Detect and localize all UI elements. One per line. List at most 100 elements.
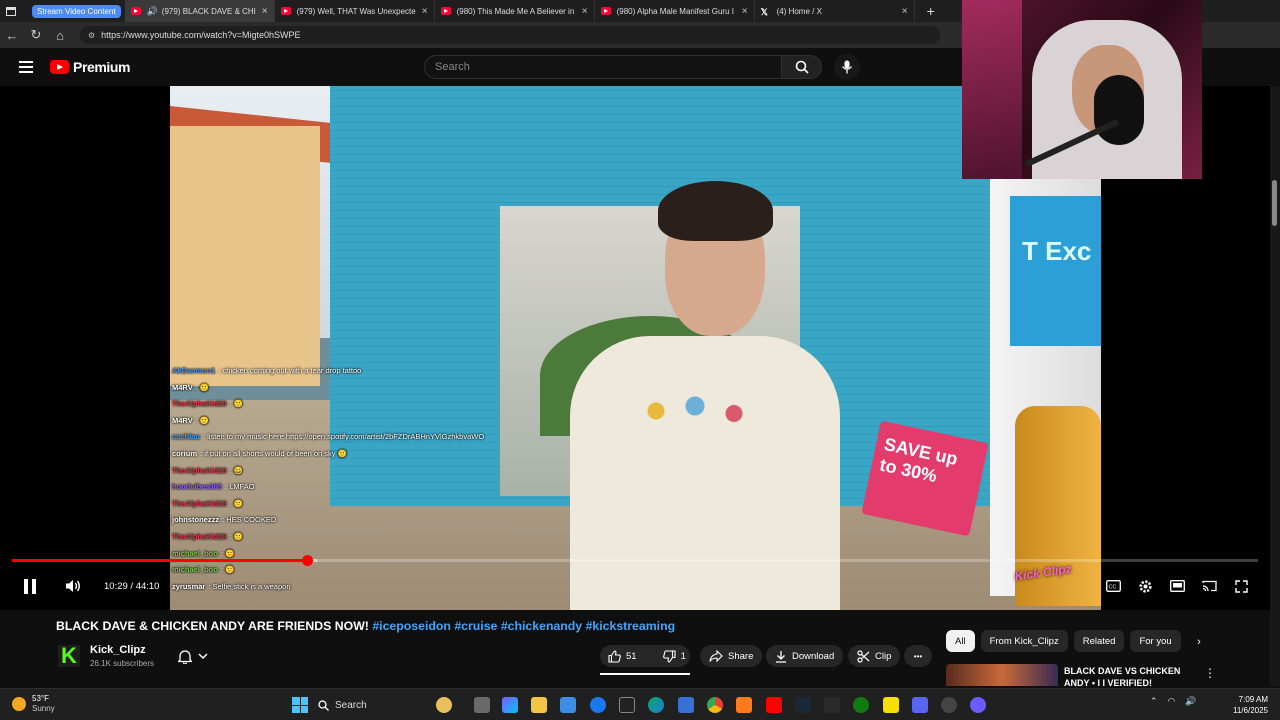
facebook-icon[interactable] (590, 697, 606, 713)
chat-text: if put on all shorts would of been on sk… (204, 448, 347, 458)
settings-button[interactable] (1134, 574, 1156, 598)
chat-message: cschlau: listen to my music here https:/… (172, 432, 485, 442)
discord-icon[interactable] (912, 697, 928, 713)
youtube-app-icon[interactable] (766, 697, 782, 713)
scrollbar-thumb[interactable] (1272, 180, 1277, 226)
chat-text: 🙂 (233, 498, 244, 508)
progress-bar[interactable] (12, 559, 1258, 562)
subtitles-button[interactable]: CC (1102, 574, 1124, 598)
voice-search-button[interactable] (834, 54, 860, 80)
system-clock[interactable]: 7:09 AM 11/6/2025 (1228, 694, 1268, 716)
chip-from-channel[interactable]: From Kick_Clipz (980, 630, 1068, 652)
chip-for-you[interactable]: For you (1130, 630, 1181, 652)
page-scrollbar[interactable] (1270, 86, 1280, 686)
search-icon (318, 699, 329, 711)
clock-date: 11/6/2025 (1233, 706, 1268, 715)
chevron-down-icon (198, 652, 208, 659)
close-icon[interactable]: × (422, 6, 428, 17)
webcam-overlay (962, 0, 1202, 179)
chip-related[interactable]: Related (1073, 630, 1125, 652)
app-icon-gear[interactable] (824, 697, 840, 713)
volume-button[interactable] (62, 574, 84, 598)
chrome-icon[interactable] (707, 697, 723, 713)
more-vertical-icon[interactable]: ⋮ (1204, 666, 1216, 680)
obs-icon[interactable] (970, 697, 986, 713)
chat-username: hoodvibes365 (172, 482, 223, 492)
url-input[interactable]: ⚙ https://www.youtube.com/watch?v=Migte0… (80, 26, 940, 44)
theater-mode-button[interactable] (1166, 574, 1188, 598)
search-placeholder: Search (435, 61, 470, 73)
share-button[interactable]: Share (700, 645, 763, 667)
task-view-icon[interactable] (474, 697, 490, 713)
window-menu-icon[interactable] (0, 0, 22, 22)
app-icon-circle[interactable] (941, 697, 957, 713)
menu-icon[interactable] (19, 61, 33, 73)
windows-start-icon[interactable] (292, 697, 308, 713)
weather-widget[interactable]: 53°F Sunny (12, 694, 55, 714)
app-icon-yellow[interactable] (883, 697, 899, 713)
video-hashtags[interactable]: #iceposeidon #cruise #chickenandy #kicks… (372, 619, 675, 633)
fullscreen-button[interactable] (1230, 574, 1252, 598)
close-icon[interactable]: × (902, 6, 908, 17)
app-icon-food[interactable] (436, 697, 452, 713)
gear-icon (1138, 579, 1152, 593)
volume-icon[interactable]: 🔊 (1185, 696, 1196, 707)
download-button[interactable]: Download (766, 645, 844, 667)
youtube-logo[interactable]: Premium (50, 59, 131, 75)
search-input[interactable]: Search (424, 55, 782, 79)
microphone-icon (841, 60, 853, 74)
dislike-button[interactable]: 1 (655, 645, 694, 667)
xbox-icon[interactable] (853, 697, 869, 713)
back-arrow-icon[interactable]: ← (0, 23, 24, 47)
video-scene-building (170, 126, 320, 386)
system-tray: ⌃ ◠ 🔊 (1150, 696, 1197, 707)
pause-button[interactable] (20, 574, 40, 598)
share-label: Share (728, 650, 754, 662)
channel-name[interactable]: Kick_Clipz (90, 644, 146, 656)
tab-group-label[interactable]: Stream Video Content (32, 4, 121, 18)
file-explorer-icon[interactable] (531, 697, 547, 713)
close-icon[interactable]: × (582, 6, 588, 17)
store-icon[interactable] (560, 697, 576, 713)
speaker-icon[interactable]: 🔊 (147, 6, 158, 17)
chip-all[interactable]: All (946, 630, 975, 652)
cast-button[interactable] (1198, 574, 1220, 598)
home-icon[interactable]: ⌂ (48, 23, 72, 47)
site-info-icon[interactable]: ⚙ (88, 31, 95, 40)
recommendation-thumbnail[interactable] (946, 664, 1058, 686)
browser-tab[interactable]: (980) Alpha Male Manifest Guru I × (595, 0, 755, 22)
close-icon[interactable]: × (742, 6, 748, 17)
search-button[interactable] (782, 55, 822, 79)
clip-button[interactable]: Clip (848, 645, 901, 667)
steam-icon[interactable] (795, 697, 811, 713)
like-dislike-group: 51 1 (600, 645, 690, 667)
like-button[interactable]: 51 (600, 645, 645, 667)
chevron-right-icon[interactable]: › (1190, 633, 1208, 651)
calculator-icon[interactable] (678, 697, 694, 713)
browser-tab-active[interactable]: 🔊 (979) BLACK DAVE & CHICK × (124, 0, 275, 22)
more-actions-button[interactable]: ••• (904, 645, 932, 667)
new-tab-button[interactable]: + (915, 3, 947, 19)
close-icon[interactable]: × (262, 6, 268, 17)
browser-tab[interactable]: (980) This Made Me A Believer in × (435, 0, 595, 22)
chat-message: M4RV: 🙂 (172, 382, 210, 392)
taskbar-search[interactable]: Search (318, 696, 418, 714)
notifications-button[interactable] (178, 647, 218, 665)
copilot-icon[interactable] (502, 697, 518, 713)
browser-tab[interactable]: 𝕏 (4) Home / X × (755, 0, 915, 22)
recommendation-title[interactable]: BLACK DAVE VS CHICKEN ANDY • I I VERIFIE… (1064, 665, 1194, 687)
chat-text: 🙂 (199, 382, 210, 392)
scissors-icon (857, 649, 870, 663)
amazon-icon[interactable] (619, 697, 635, 713)
vlc-icon[interactable] (736, 697, 752, 713)
chat-text: 🙂 (233, 399, 244, 409)
browser-tab[interactable]: (979) Well, THAT Was Unexpected × (275, 0, 435, 22)
edge-icon[interactable] (648, 697, 664, 713)
channel-avatar[interactable]: K (58, 645, 80, 667)
chat-message: TheAlphaKid28: 🙂 (172, 399, 244, 409)
chat-message: TheAlphaKid28: 😄 (172, 465, 244, 475)
wifi-icon[interactable]: ◠ (1168, 696, 1176, 707)
bell-icon (178, 649, 192, 664)
reload-icon[interactable]: ↻ (24, 23, 48, 47)
chevron-up-icon[interactable]: ⌃ (1150, 696, 1158, 707)
